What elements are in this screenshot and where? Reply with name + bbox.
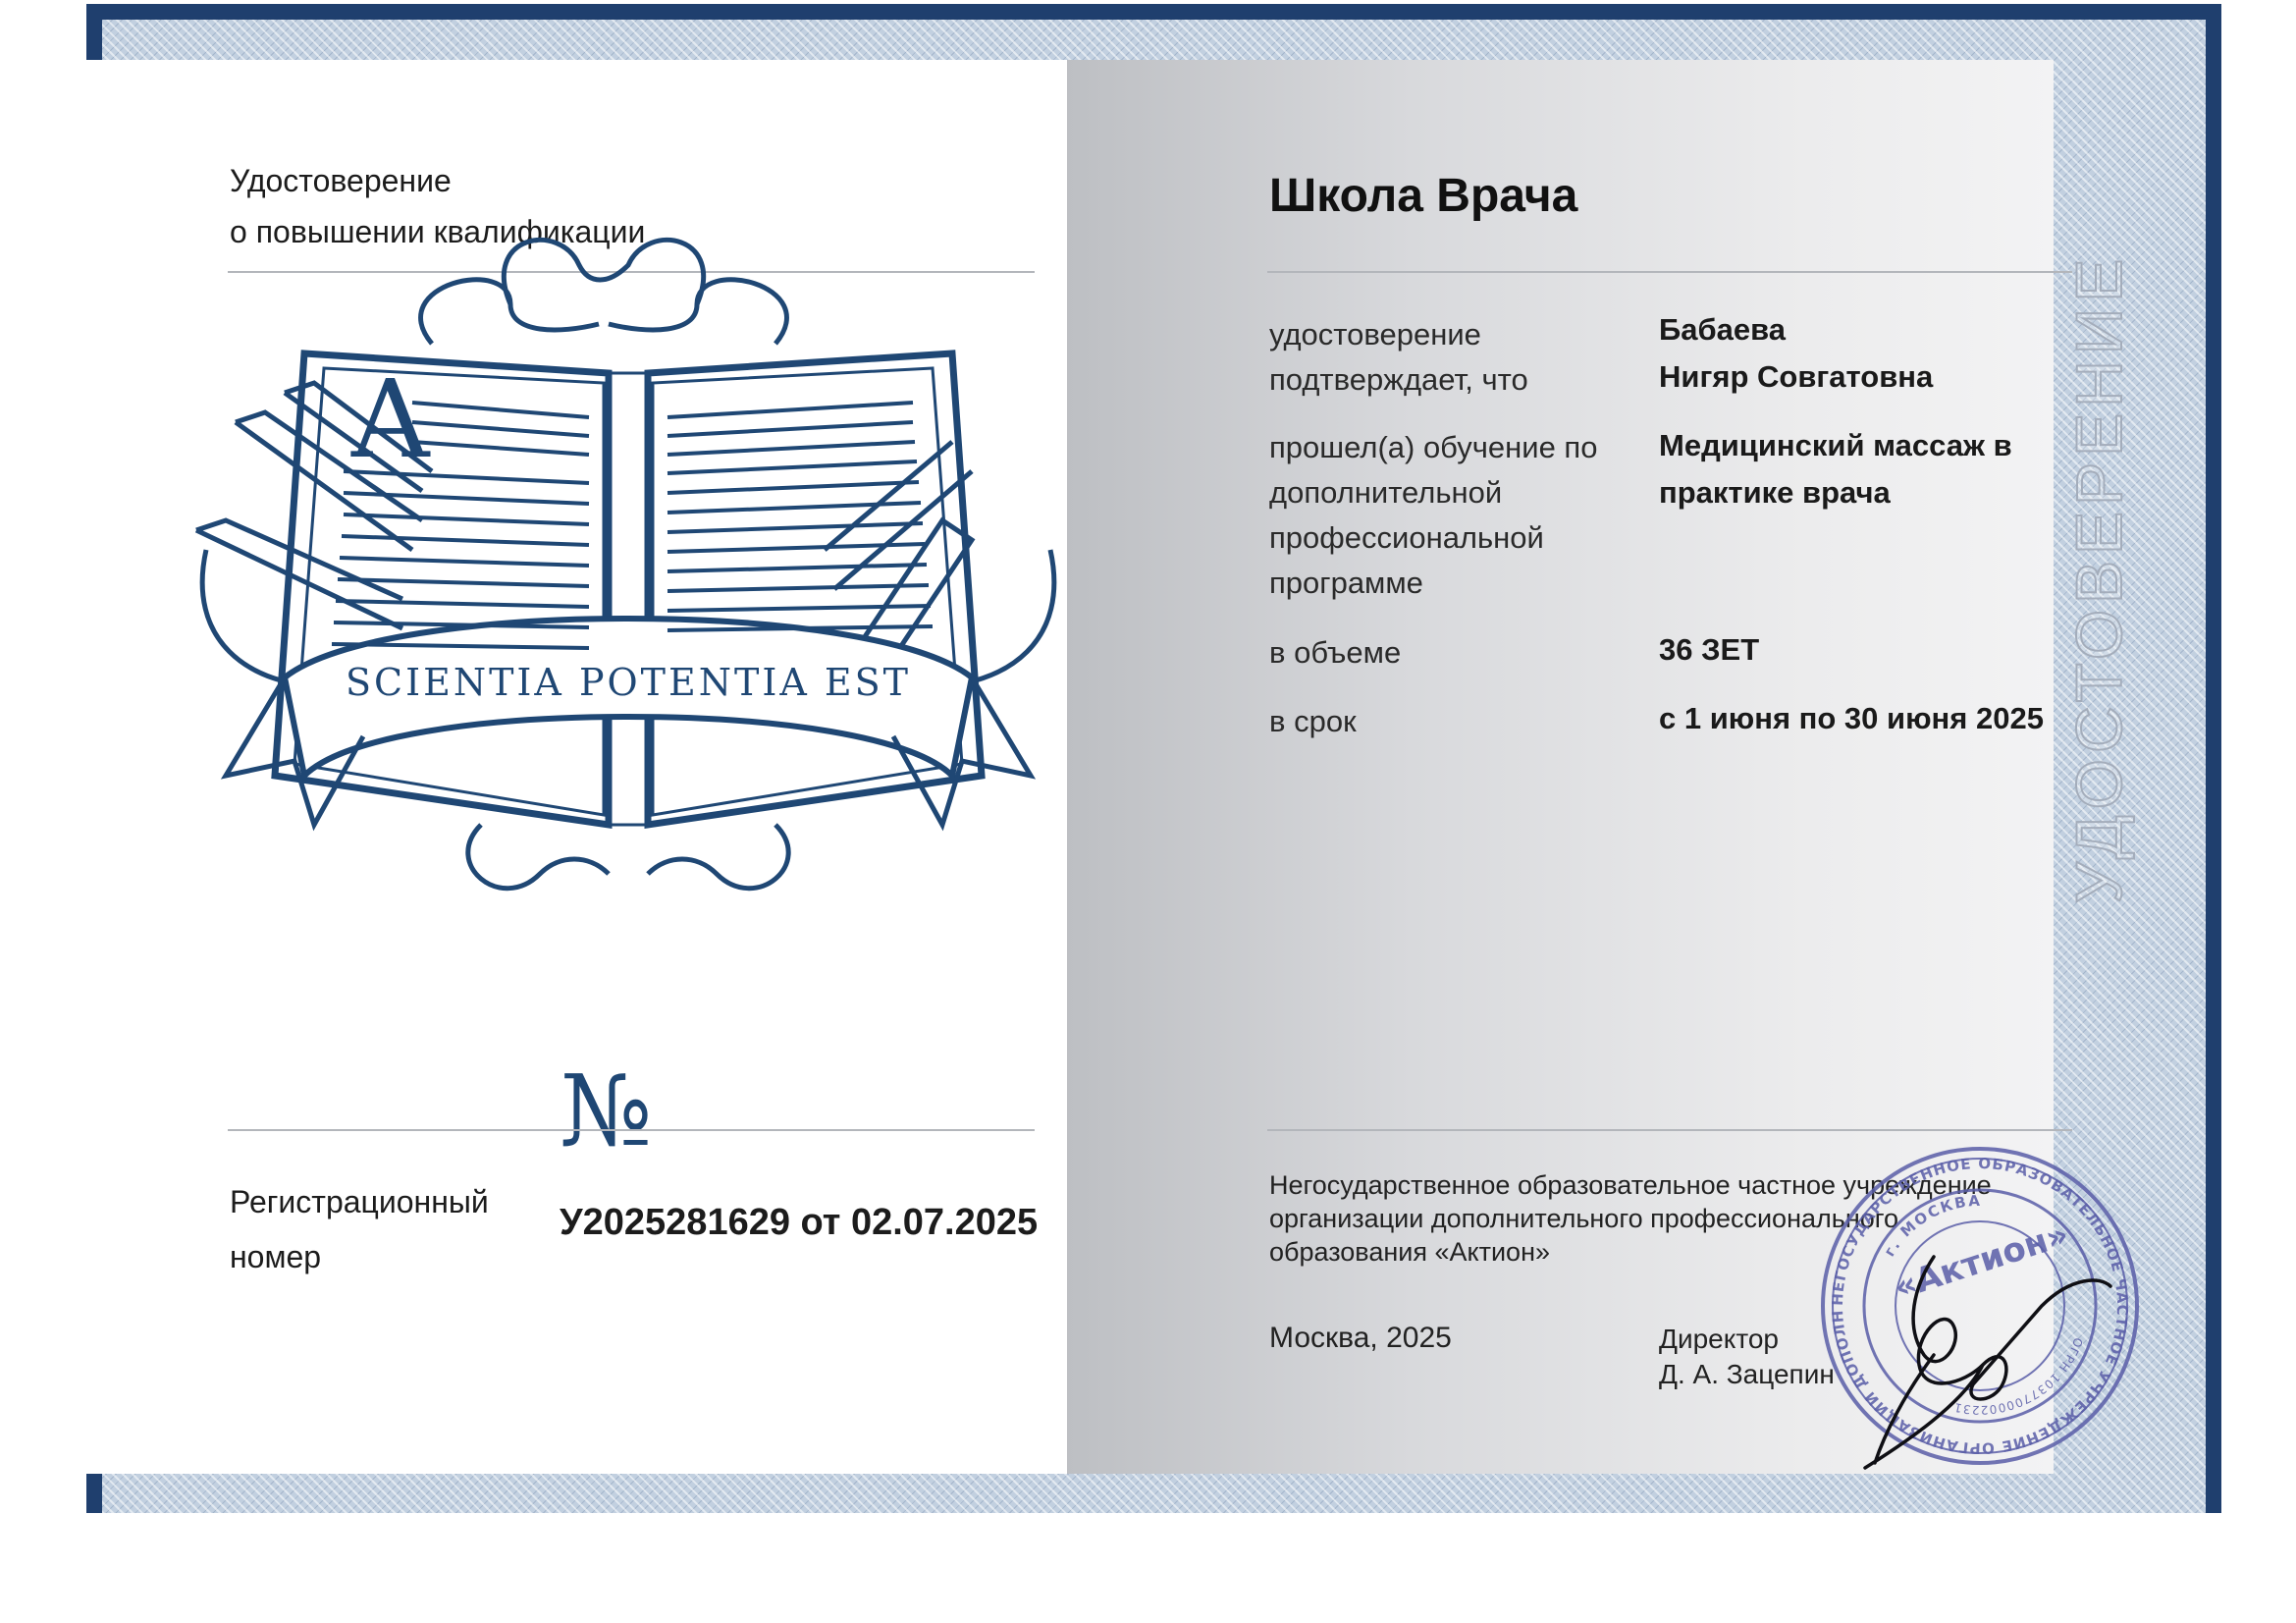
program-name-line: практике врача	[1659, 475, 1891, 510]
row-label-line: удостоверение	[1269, 317, 1481, 352]
recipient-surname: Бабаева	[1659, 312, 1787, 347]
row-label-line: профессиональной	[1269, 520, 1544, 555]
registration-label: Регистрационный номер	[230, 1174, 489, 1284]
row-label-line: прошел(а) обучение по	[1269, 430, 1598, 464]
row-label-program: прошел(а) обучение по дополнительной про…	[1269, 425, 1597, 606]
registration-label-line1: Регистрационный	[230, 1184, 489, 1219]
row-label-line: подтверждает, что	[1269, 362, 1528, 397]
row-label-volume: в объеме	[1269, 635, 1402, 670]
registration-label-line2: номер	[230, 1239, 322, 1274]
study-period: с 1 июня по 30 июня 2025	[1659, 701, 2044, 735]
program-name: Медицинский массаж в практике врача	[1659, 422, 2012, 516]
right-top-divider	[1267, 271, 2072, 273]
program-volume: 36 ЗЕТ	[1659, 632, 1760, 667]
city-year: Москва, 2025	[1269, 1322, 1452, 1354]
vertical-title: УДОСТОВЕРЕНИЕ	[2061, 252, 2136, 904]
emblem-motto: SCIENTIA POTENTIA EST	[346, 661, 911, 704]
director-signature	[1863, 1255, 2112, 1470]
row-label-certifies: удостоверение подтверждает, что	[1269, 312, 1528, 403]
open-book-emblem-icon: A SCIENTIA POTENTIA EST	[194, 237, 1057, 892]
right-bottom-divider	[1267, 1129, 2072, 1131]
row-label-line: программе	[1269, 566, 1423, 600]
emblem-letter: A	[350, 356, 431, 482]
recipient-name: Бабаева Нигяр Совгатовна	[1659, 306, 1933, 401]
numero-sign: №	[560, 1054, 653, 1168]
director-block: Директор Д. А. Зацепин	[1659, 1322, 1835, 1392]
program-name-line: Медицинский массаж в	[1659, 428, 2012, 462]
recipient-given-names: Нигяр Совгатовна	[1659, 359, 1934, 394]
row-label-line: дополнительной	[1269, 475, 1503, 510]
row-label-period: в срок	[1269, 704, 1357, 738]
left-bottom-divider	[228, 1129, 1035, 1131]
registration-number: У2025281629 от 02.07.2025	[560, 1202, 1039, 1243]
certificate-title-line1: Удостоверение	[230, 163, 452, 198]
director-name: Д. А. Зацепин	[1659, 1359, 1835, 1389]
school-name: Школа Врача	[1269, 170, 1578, 222]
director-title: Директор	[1659, 1324, 1779, 1354]
